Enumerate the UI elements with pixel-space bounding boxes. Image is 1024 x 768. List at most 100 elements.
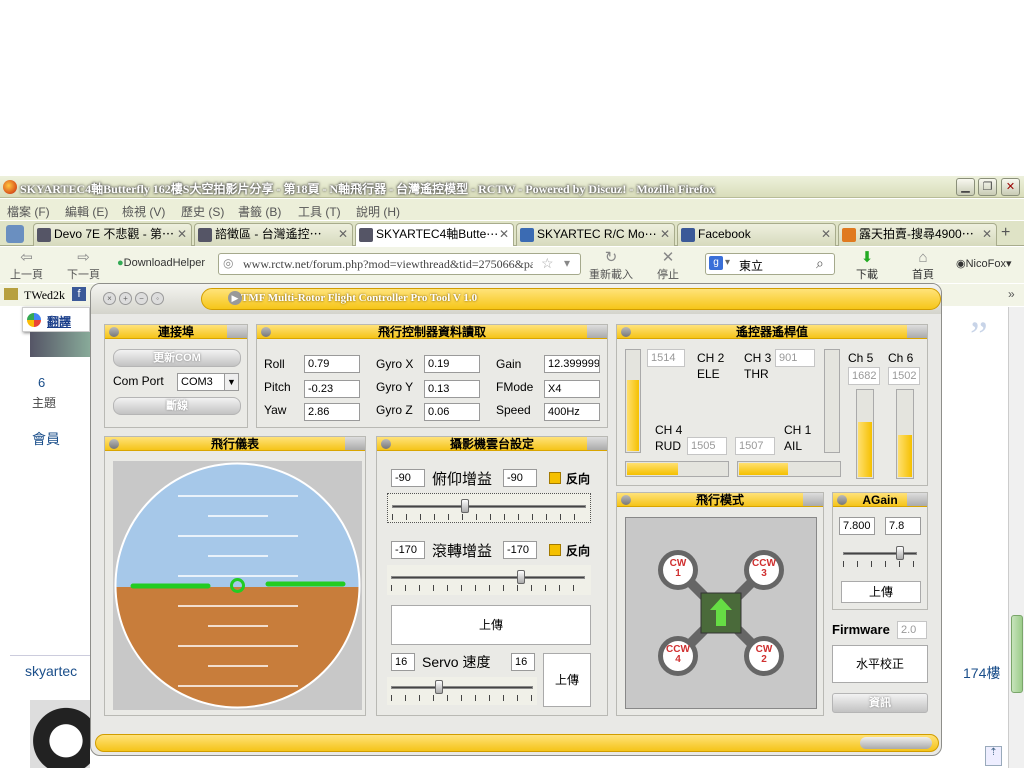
again-slider[interactable] bbox=[839, 543, 921, 569]
tab-skyartec-rc[interactable]: SKYARTEC R/C Mo⋯ ✕ bbox=[516, 223, 675, 246]
screen: SKYARTEC4軸Butterfly 162樓S大空拍影片分享 - 第18頁 … bbox=[0, 0, 1024, 768]
menu-file[interactable]: 檔案 (F) bbox=[7, 203, 50, 220]
tab-close-icon[interactable]: ✕ bbox=[982, 224, 992, 245]
ail-label: AIL bbox=[784, 439, 803, 453]
bookmark-folder-icon bbox=[4, 288, 18, 300]
search-box[interactable]: g ▾ 東立 ⌕ bbox=[705, 253, 835, 275]
servo-speed-slider[interactable] bbox=[387, 677, 537, 705]
app-close-icon[interactable]: × bbox=[103, 292, 116, 305]
servo-max-input[interactable]: 16 bbox=[511, 653, 535, 671]
minimize-icon[interactable]: ▁ bbox=[956, 178, 975, 196]
slider-thumb[interactable] bbox=[516, 570, 525, 584]
bookmark-star-icon[interactable]: ☆ bbox=[541, 255, 554, 272]
menu-edit[interactable]: 編輯 (E) bbox=[65, 203, 108, 220]
info-button[interactable]: 資訊 bbox=[832, 693, 928, 713]
ruten-icon bbox=[842, 228, 856, 242]
facebook-icon[interactable]: f bbox=[72, 287, 86, 301]
post-floor[interactable]: 174樓 bbox=[963, 663, 1000, 683]
menu-history[interactable]: 歷史 (S) bbox=[181, 203, 224, 220]
search-icon[interactable]: ⌕ bbox=[816, 255, 824, 272]
fmode-value: X4 bbox=[544, 380, 600, 398]
back-to-top-icon[interactable]: ⇡ bbox=[985, 746, 1002, 766]
com-port-select[interactable]: COM3 ▼ bbox=[177, 373, 239, 391]
downloadhelper-button[interactable]: ●DownloadHelper bbox=[117, 257, 205, 269]
tab-close-icon[interactable]: ✕ bbox=[821, 224, 831, 245]
tab-groups-icon[interactable] bbox=[6, 225, 24, 243]
menu-bookmarks[interactable]: 書籤 (B) bbox=[238, 203, 281, 220]
tab-devo[interactable]: Devo 7E 不悲觀 - 第⋯ ✕ bbox=[33, 223, 192, 246]
servo-min-input[interactable]: 16 bbox=[391, 653, 415, 671]
translate-popup[interactable]: 翻譯 bbox=[22, 307, 90, 332]
slider-thumb[interactable] bbox=[435, 680, 444, 694]
tab-ruten[interactable]: 露天拍賣-搜尋4900⋯ ✕ bbox=[838, 223, 997, 246]
menu-tools[interactable]: 工具 (T) bbox=[298, 203, 341, 220]
roll-slider[interactable] bbox=[387, 565, 591, 595]
url-text[interactable]: www.rctw.net/forum.php?mod=viewthread&ti… bbox=[243, 257, 533, 272]
menu-view[interactable]: 檢視 (V) bbox=[122, 203, 165, 220]
engine-dropdown-icon[interactable]: ▾ bbox=[725, 257, 730, 268]
stop-button[interactable]: ✕ 停止 bbox=[657, 250, 679, 282]
tab-close-icon[interactable]: ✕ bbox=[660, 224, 670, 245]
close-icon[interactable]: ✕ bbox=[1001, 178, 1020, 196]
car-icon bbox=[198, 228, 212, 242]
download-button[interactable]: ⬇ 下載 bbox=[856, 250, 878, 282]
chevron-down-icon[interactable]: ▼ bbox=[224, 374, 238, 390]
maximize-icon[interactable]: ❐ bbox=[978, 178, 997, 196]
level-calibration-button[interactable]: 水平校正 bbox=[832, 645, 928, 683]
bookmark-twed2k[interactable]: TWed2k bbox=[24, 288, 65, 303]
flight-mode-header: 飛行模式 bbox=[617, 493, 823, 507]
search-input[interactable]: 東立 bbox=[739, 257, 763, 274]
page-scrollbar[interactable] bbox=[1008, 307, 1024, 768]
app-minimize-icon[interactable]: − bbox=[135, 292, 148, 305]
tab-facebook[interactable]: Facebook ✕ bbox=[677, 223, 836, 246]
tab-recruit[interactable]: 諮徵區 - 台灣遙控⋯ ✕ bbox=[194, 223, 353, 246]
refresh-com-button[interactable]: 更新COM bbox=[113, 349, 241, 367]
reload-button[interactable]: ↻ 重新載入 bbox=[589, 250, 633, 282]
stat-count[interactable]: 6 bbox=[38, 375, 45, 390]
tab-close-icon[interactable]: ✕ bbox=[499, 224, 509, 245]
firmware-version: 2.0 bbox=[897, 621, 927, 639]
roll-min-input[interactable]: -170 bbox=[391, 541, 425, 559]
slider-thumb[interactable] bbox=[895, 546, 904, 560]
url-bar[interactable]: ◎ www.rctw.net/forum.php?mod=viewthread&… bbox=[218, 253, 581, 275]
reload-icon: ↻ bbox=[604, 249, 618, 266]
url-dropdown-icon[interactable]: ▾ bbox=[564, 256, 570, 270]
roll-reverse-checkbox[interactable] bbox=[549, 544, 561, 556]
disconnect-button[interactable]: 斷線 bbox=[113, 397, 241, 415]
roll-max-input[interactable]: -170 bbox=[503, 541, 537, 559]
tab-close-icon[interactable]: ✕ bbox=[338, 224, 348, 245]
avatar[interactable] bbox=[30, 700, 90, 768]
scrollbar-thumb[interactable] bbox=[1011, 615, 1023, 693]
google-icon[interactable]: g bbox=[709, 256, 723, 270]
panel-end-cap bbox=[587, 325, 607, 338]
gyro-z-label: Gyro Z bbox=[376, 403, 413, 417]
forward-button[interactable]: ⇨ 下一頁 bbox=[67, 250, 100, 282]
servo-upload-button[interactable]: 上傳 bbox=[543, 653, 591, 707]
post-author[interactable]: skyartec bbox=[25, 663, 77, 679]
status-bar-handle[interactable] bbox=[860, 737, 932, 749]
panel-dot-icon bbox=[837, 495, 847, 505]
slider-ticks bbox=[843, 561, 917, 567]
pitch-max-input[interactable]: -90 bbox=[503, 469, 537, 487]
pitch-min-input[interactable]: -90 bbox=[391, 469, 425, 487]
app-menu-icon[interactable]: ◦ bbox=[151, 292, 164, 305]
menu-help[interactable]: 說明 (H) bbox=[356, 203, 400, 220]
stat-label: 主題 bbox=[32, 396, 57, 410]
back-button[interactable]: ⇦ 上一頁 bbox=[10, 250, 43, 282]
again-value-input[interactable]: 7.800 bbox=[839, 517, 875, 535]
tab-skyartec-forum[interactable]: SKYARTEC4軸Butte⋯ ✕ bbox=[355, 223, 514, 246]
nicofox-button[interactable]: ◉NicoFox▾ bbox=[956, 257, 1011, 270]
tab-close-icon[interactable]: ✕ bbox=[177, 224, 187, 245]
slider-thumb[interactable] bbox=[460, 499, 469, 513]
translate-link[interactable]: 翻譯 bbox=[47, 313, 71, 330]
new-tab-icon[interactable]: + bbox=[1001, 224, 1010, 242]
pitch-slider[interactable] bbox=[387, 493, 591, 523]
app-resize-icon[interactable]: + bbox=[119, 292, 132, 305]
home-button[interactable]: ⌂ 首頁 bbox=[912, 250, 934, 282]
pitch-reverse-checkbox[interactable] bbox=[549, 472, 561, 484]
member-link[interactable]: 會員 bbox=[32, 429, 60, 449]
again-upload-button[interactable]: 上傳 bbox=[841, 581, 921, 603]
gimbal-upload-button[interactable]: 上傳 bbox=[391, 605, 591, 645]
bookmarks-overflow-icon[interactable]: » bbox=[1008, 287, 1015, 301]
pitch-reverse-label: 反向 bbox=[566, 472, 591, 486]
